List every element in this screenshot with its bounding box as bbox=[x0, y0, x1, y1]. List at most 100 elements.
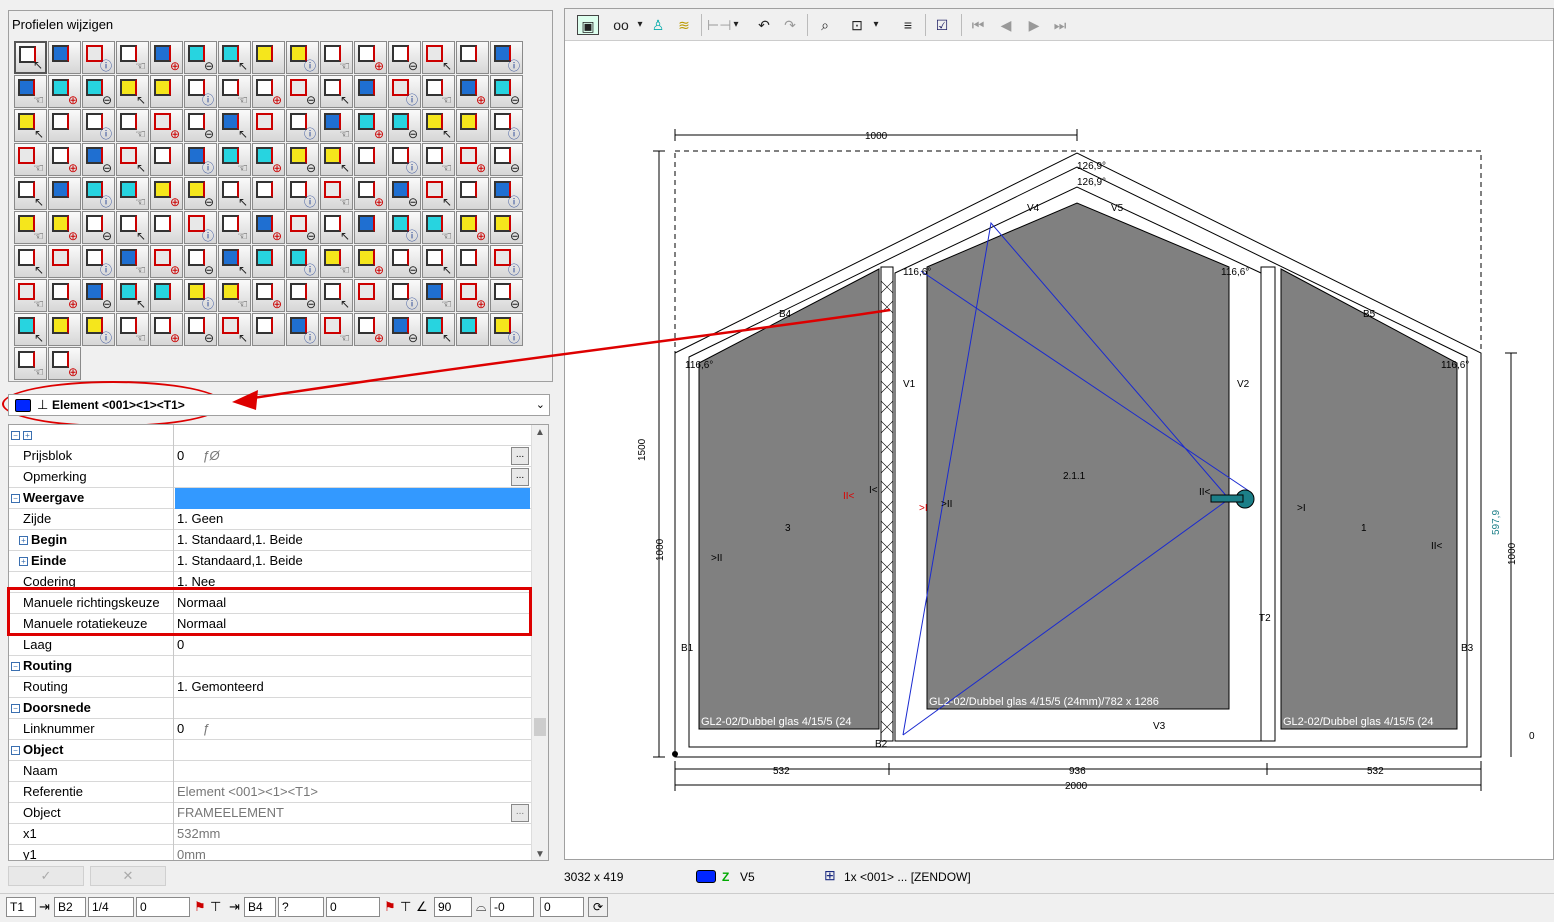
profile-tool-button[interactable]: ⊖ bbox=[286, 211, 319, 244]
profile-tool-button[interactable]: ⊕ bbox=[354, 313, 387, 346]
profile-tool-button[interactable] bbox=[150, 279, 183, 312]
profile-tool-button[interactable]: ↖ bbox=[320, 143, 353, 176]
align-icon[interactable]: ≡ bbox=[899, 15, 917, 35]
profile-tool-button[interactable]: ⓘ bbox=[184, 75, 217, 108]
collapse-icon[interactable]: − bbox=[11, 494, 20, 503]
profile-tool-button[interactable]: ↖ bbox=[116, 211, 149, 244]
profile-tool-button[interactable]: ⓘ bbox=[490, 245, 523, 278]
profile-tool-button[interactable]: ↖ bbox=[422, 41, 455, 74]
property-value[interactable] bbox=[175, 761, 530, 782]
element-selector[interactable]: ⊥ Element <001><1><T1> ⌄ bbox=[8, 394, 550, 416]
profile-tool-button[interactable] bbox=[252, 313, 285, 346]
profile-tool-button[interactable]: ↖ bbox=[116, 279, 149, 312]
profile-tool-button[interactable]: ⊕ bbox=[354, 41, 387, 74]
profile-tool-button[interactable] bbox=[354, 279, 387, 312]
property-value[interactable]: 532mm bbox=[175, 824, 530, 845]
profile-tool-button[interactable] bbox=[456, 245, 489, 278]
profile-tool-button[interactable]: ⓘ bbox=[82, 245, 115, 278]
chevron-down-icon[interactable]: ▾ bbox=[731, 15, 741, 35]
scroll-thumb[interactable] bbox=[534, 718, 546, 736]
profile-tool-button[interactable]: ⊕ bbox=[48, 143, 81, 176]
profile-tool-button[interactable]: ↖ bbox=[320, 279, 353, 312]
property-group[interactable]: − Routing bbox=[9, 656, 531, 677]
property-row[interactable]: Object FRAMEELEMENT... bbox=[9, 803, 531, 824]
undo-icon[interactable]: ↶ bbox=[755, 15, 773, 35]
profile-tool-button[interactable] bbox=[252, 109, 285, 142]
profile-tool-button[interactable]: ⊕ bbox=[150, 245, 183, 278]
layers-icon[interactable]: ≋ bbox=[675, 15, 693, 35]
profile-tool-button[interactable]: ↖ bbox=[320, 211, 353, 244]
property-row[interactable]: Naam bbox=[9, 761, 531, 782]
expand-icon[interactable]: + bbox=[19, 536, 28, 545]
profile-tool-button[interactable]: ↖ bbox=[218, 245, 251, 278]
zoom-icon[interactable]: ⌕ bbox=[815, 15, 835, 35]
profile-tool-button[interactable]: ⊕ bbox=[48, 347, 81, 380]
field-arc[interactable]: -0 bbox=[490, 897, 534, 917]
profile-tool-button[interactable]: ↖ bbox=[14, 109, 47, 142]
profile-tool-button[interactable]: ⊖ bbox=[490, 211, 523, 244]
profile-tool-button[interactable]: ⓘ bbox=[388, 211, 421, 244]
property-value[interactable]: 0mm bbox=[175, 845, 530, 860]
field-t1[interactable]: T1 bbox=[6, 897, 36, 917]
profile-tool-button[interactable]: ☜ bbox=[14, 347, 47, 380]
profile-tool-button[interactable]: ↖ bbox=[422, 245, 455, 278]
profile-tool-button[interactable]: ☜ bbox=[116, 177, 149, 210]
property-value[interactable] bbox=[175, 698, 530, 719]
profile-tool-button[interactable]: ⓘ bbox=[388, 279, 421, 312]
property-value[interactable]: 1. Standaard,1. Beide bbox=[175, 551, 530, 572]
profile-tool-button[interactable]: ⊕ bbox=[150, 109, 183, 142]
profile-tool-button[interactable]: ⓘ bbox=[490, 109, 523, 142]
expand-collapse-icons[interactable]: − + bbox=[9, 425, 174, 446]
profile-tool-button[interactable] bbox=[354, 211, 387, 244]
profile-tool-button[interactable]: ☜ bbox=[422, 211, 455, 244]
ellipsis-button[interactable]: ... bbox=[511, 447, 529, 465]
field-b4[interactable]: B4 bbox=[244, 897, 276, 917]
profile-tool-button[interactable]: ↖ bbox=[116, 143, 149, 176]
field-value-1[interactable]: 0 bbox=[136, 897, 190, 917]
property-value[interactable]: 0ƒ bbox=[175, 719, 530, 740]
profile-tool-button[interactable]: ⊕ bbox=[456, 143, 489, 176]
profile-tool-button[interactable]: ⓘ bbox=[286, 177, 319, 210]
profile-tool-button[interactable]: ⊕ bbox=[354, 245, 387, 278]
profile-tool-button[interactable]: ⊖ bbox=[388, 109, 421, 142]
profile-tool-button[interactable]: ⊖ bbox=[490, 279, 523, 312]
profile-tool-button[interactable]: ⊖ bbox=[388, 177, 421, 210]
profile-tool-button[interactable]: ⓘ bbox=[82, 177, 115, 210]
last-icon[interactable]: ⏭ bbox=[1051, 15, 1069, 35]
profile-tool-button[interactable] bbox=[150, 143, 183, 176]
profile-tool-button[interactable]: ⊖ bbox=[388, 313, 421, 346]
next-icon[interactable]: ▶ bbox=[1025, 15, 1043, 35]
profile-tool-button[interactable]: ↖ bbox=[320, 75, 353, 108]
profile-tool-button[interactable]: ⊖ bbox=[184, 177, 217, 210]
profile-tool-button[interactable]: ↖ bbox=[14, 41, 47, 74]
flag-icon[interactable]: ⚑ bbox=[194, 899, 206, 915]
property-value[interactable]: ... bbox=[175, 467, 530, 488]
measure-icon[interactable]: ⊢⊣ bbox=[707, 15, 731, 35]
property-value[interactable] bbox=[175, 488, 530, 509]
chevron-down-icon[interactable]: ▾ bbox=[871, 15, 881, 35]
profile-tool-button[interactable]: ↖ bbox=[218, 177, 251, 210]
cancel-button[interactable]: ✕ bbox=[90, 866, 166, 886]
profile-tool-button[interactable]: ↖ bbox=[14, 245, 47, 278]
profile-tool-button[interactable]: ⊕ bbox=[48, 211, 81, 244]
profile-tool-button[interactable]: ⓘ bbox=[82, 41, 115, 74]
profile-tool-button[interactable]: ⊕ bbox=[252, 211, 285, 244]
profile-tool-button[interactable] bbox=[48, 177, 81, 210]
scroll-up-icon[interactable]: ▲ bbox=[535, 427, 545, 438]
profile-tool-button[interactable] bbox=[150, 211, 183, 244]
profile-tool-button[interactable]: ⊕ bbox=[252, 279, 285, 312]
frame-view-icon[interactable]: ▣ bbox=[577, 15, 599, 35]
field-b2[interactable]: B2 bbox=[54, 897, 86, 917]
property-group[interactable]: − Weergave bbox=[9, 488, 531, 509]
ellipsis-button[interactable]: ... bbox=[511, 804, 529, 822]
profile-tool-button[interactable]: ☜ bbox=[320, 177, 353, 210]
profile-tool-button[interactable]: ⓘ bbox=[184, 143, 217, 176]
profile-tool-button[interactable]: ☜ bbox=[320, 245, 353, 278]
collapse-icon[interactable]: − bbox=[11, 704, 20, 713]
profile-tool-button[interactable]: ⊕ bbox=[150, 177, 183, 210]
profile-tool-button[interactable] bbox=[252, 41, 285, 74]
profile-tool-button[interactable]: ↖ bbox=[14, 177, 47, 210]
field-fraction[interactable]: 1/4 bbox=[88, 897, 134, 917]
profile-tool-button[interactable]: ⊕ bbox=[150, 313, 183, 346]
profile-tool-button[interactable]: ⊖ bbox=[184, 313, 217, 346]
